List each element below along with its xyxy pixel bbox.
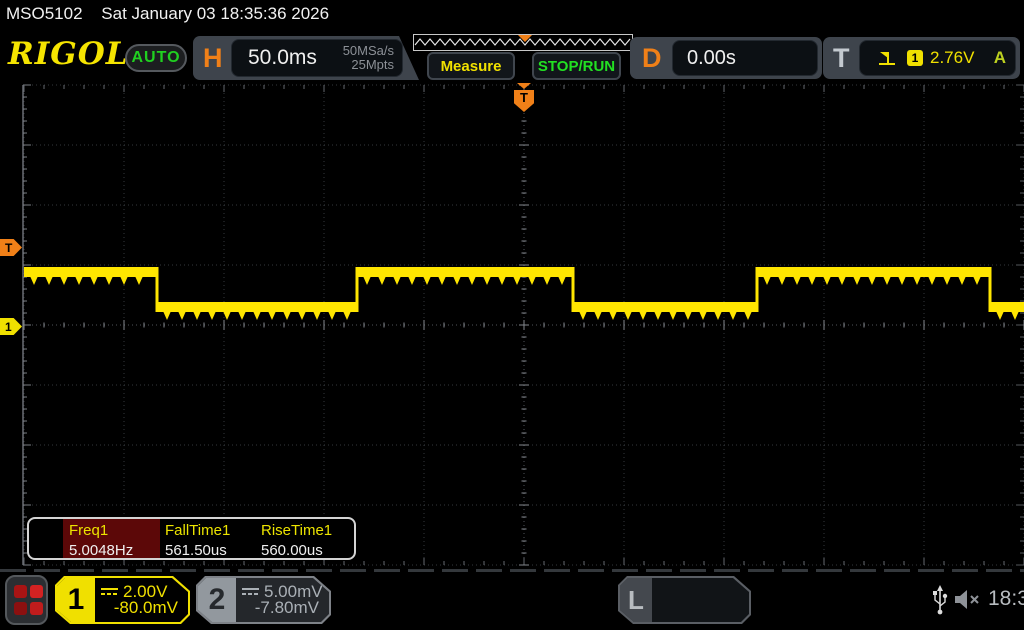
- speaker-muted-icon: [953, 588, 983, 612]
- channel1-badge-body: 1 2.00V -80.0mV: [57, 578, 188, 622]
- sample-rate-block: 50MSa/s 25Mpts: [343, 44, 394, 72]
- measurement-freq[interactable]: Freq1 5.0048Hz: [69, 522, 163, 559]
- trigger-tab[interactable]: T 1 2.76V A: [823, 37, 1020, 79]
- stop-run-button[interactable]: STOP/RUN: [532, 52, 621, 80]
- measurement-label: Freq1: [69, 522, 163, 539]
- rigol-logo: RIGOL: [8, 36, 129, 72]
- oscilloscope-screen: MSO5102 Sat January 03 18:35:36 2026 RIG…: [0, 0, 1024, 630]
- channel1-offset: -80.0mV: [114, 598, 178, 618]
- logic-analyzer-label: L: [620, 578, 652, 622]
- timebase-value: 50.0ms: [248, 46, 317, 70]
- channel2-offset: -7.80mV: [255, 598, 319, 618]
- trigger-position-pointer-icon: [517, 83, 531, 89]
- channel2-number: 2: [198, 578, 236, 622]
- trigger-box[interactable]: 1 2.76V A: [859, 40, 1016, 76]
- delay-box[interactable]: 0.00s: [672, 40, 818, 76]
- measurement-value: 561.50us: [165, 542, 259, 559]
- horizontal-settings[interactable]: 50.0ms 50MSa/s 25Mpts: [231, 39, 403, 77]
- channel1-marker-label: 1: [5, 320, 12, 334]
- preview-trigger-position-icon: [518, 35, 532, 42]
- memory-depth: 25Mpts: [343, 58, 394, 72]
- delay-tab[interactable]: D 0.00s: [630, 37, 822, 79]
- measure-button[interactable]: Measure: [427, 52, 515, 80]
- channel2-badge-body: 2 5.00mV -7.80mV: [198, 578, 329, 622]
- trigger-label: T: [833, 45, 850, 72]
- datetime: Sat January 03 18:35:36 2026: [101, 4, 329, 23]
- channel1-number: 1: [57, 578, 95, 622]
- graticule: [0, 84, 1024, 566]
- measurement-panel[interactable]: Freq1 5.0048Hz FallTime1 561.50us RiseTi…: [27, 517, 356, 560]
- measurement-value: 5.0048Hz: [69, 542, 163, 559]
- menu-grid-button[interactable]: [5, 575, 48, 625]
- acquisition-mode-badge: AUTO: [125, 44, 187, 72]
- digital-channels-row1: 0 1 2 3 4 5 6 7: [660, 619, 763, 630]
- horizontal-label: H: [203, 45, 223, 72]
- measurement-label: RiseTime1: [261, 522, 355, 539]
- trigger-source-badge: 1: [907, 50, 923, 66]
- logic-analyzer-body: L 0 1 2 3 4 5 6 7 8 9 1011 12131415: [620, 578, 749, 622]
- menu-grid-icon: [30, 585, 43, 598]
- clock: 18:35: [988, 587, 1024, 611]
- delay-value: 0.00s: [687, 47, 736, 70]
- channel2-badge[interactable]: 2 5.00mV -7.80mV: [196, 576, 331, 624]
- usb-icon: [932, 584, 949, 616]
- falling-edge-icon: [878, 50, 897, 67]
- logic-analyzer-badge[interactable]: L 0 1 2 3 4 5 6 7 8 9 1011 12131415: [618, 576, 751, 624]
- dc-coupling-icon: [242, 588, 259, 595]
- status-bar: MSO5102 Sat January 03 18:35:36 2026: [6, 4, 329, 24]
- digital-channel-numbers: 0 1 2 3 4 5 6 7 8 9 1011 12131415: [660, 583, 763, 630]
- channel1-badge[interactable]: 1 2.00V -80.0mV: [55, 576, 190, 624]
- trigger-sweep-mode: A: [994, 48, 1006, 68]
- menu-grid-icon: [14, 585, 27, 598]
- bottom-separator: [0, 569, 1024, 572]
- trigger-level-value: 2.76V: [930, 48, 974, 68]
- measurement-falltime[interactable]: FallTime1 561.50us: [165, 522, 259, 559]
- sample-rate: 50MSa/s: [343, 44, 394, 58]
- horizontal-preview-strip[interactable]: [413, 34, 633, 51]
- dc-coupling-icon: [101, 588, 118, 595]
- model-name: MSO5102: [6, 4, 83, 23]
- measurement-risetime[interactable]: RiseTime1 560.00us: [261, 522, 355, 559]
- trigger-level-marker-label: T: [5, 241, 12, 255]
- measurement-label: FallTime1: [165, 522, 259, 539]
- menu-grid-icon: [14, 602, 27, 615]
- menu-grid-icon: [30, 602, 43, 615]
- measurement-value: 560.00us: [261, 542, 355, 559]
- delay-label: D: [642, 45, 662, 72]
- horizontal-tab[interactable]: H 50.0ms 50MSa/s 25Mpts: [193, 36, 419, 80]
